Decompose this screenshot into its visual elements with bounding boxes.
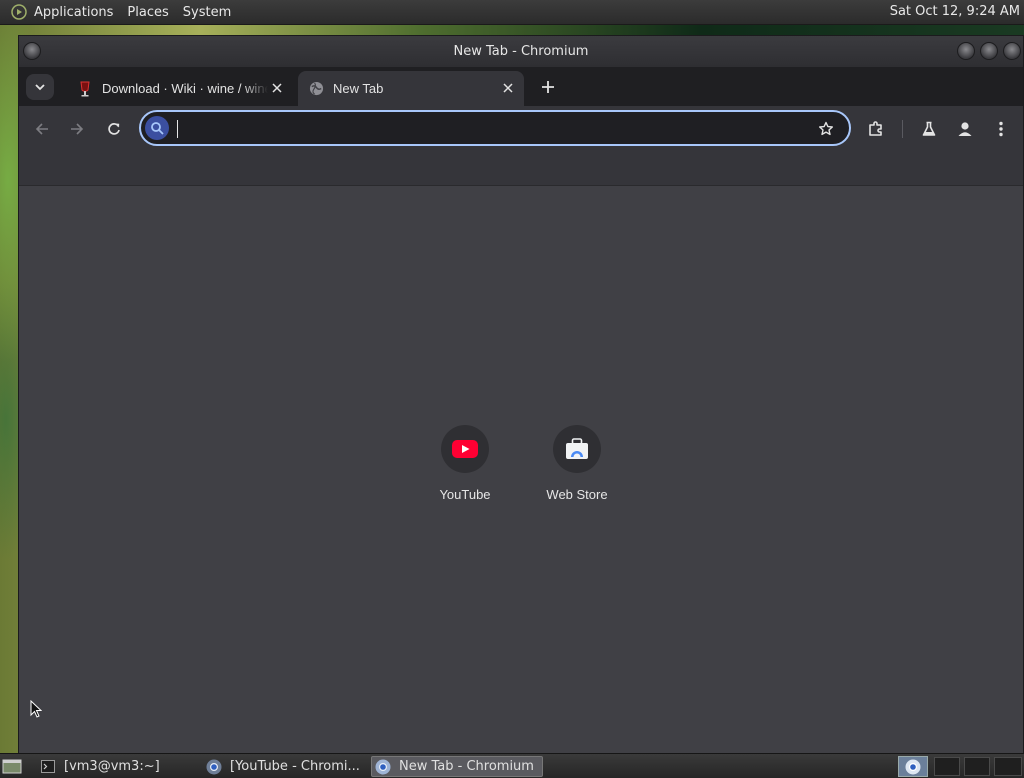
tray-chromium-icon[interactable] [898, 756, 928, 777]
close-icon[interactable] [269, 80, 285, 96]
new-tab-page: YouTube Web Store [19, 187, 1023, 753]
taskbar-item-label: [YouTube - Chromi... [230, 759, 360, 774]
chromium-icon [206, 759, 222, 775]
top-panel: Applications Places System Sat Oct 12, 9… [0, 0, 1024, 25]
gnome-foot-icon[interactable] [10, 3, 28, 21]
arrow-left-icon [35, 123, 48, 135]
bottom-taskbar: [vm3@vm3:~] [YouTube - Chromi... New Tab… [0, 753, 1024, 778]
wine-icon [77, 81, 93, 97]
address-input[interactable] [175, 117, 805, 139]
menu-system[interactable]: System [183, 5, 231, 20]
taskbar-item-terminal[interactable]: [vm3@vm3:~] [40, 756, 160, 777]
flask-icon [922, 121, 936, 136]
text-caret [177, 120, 178, 138]
shortcut-web-store[interactable]: Web Store [532, 425, 622, 502]
extensions-button[interactable] [865, 118, 887, 140]
labs-button[interactable] [918, 118, 940, 140]
shortcut-tile[interactable] [553, 425, 601, 473]
browser-toolbar [19, 106, 1023, 152]
search-icon [145, 116, 169, 140]
tab-strip: Download · Wiki · wine / wine New Tab [19, 67, 1023, 106]
taskbar-item-label: [vm3@vm3:~] [64, 759, 160, 774]
toolbar-divider [902, 120, 903, 138]
terminal-icon [40, 759, 56, 775]
tab-wine-wiki[interactable]: Download · Wiki · wine / wine [67, 71, 293, 106]
shortcut-youtube[interactable]: YouTube [420, 425, 510, 502]
bookmarks-bar [19, 152, 1023, 186]
browser-window: New Tab - Chromium Download · Wiki · win… [18, 35, 1024, 753]
new-tab-button[interactable] [538, 77, 558, 97]
menu-button[interactable] [990, 118, 1012, 140]
chromium-icon [375, 759, 391, 775]
tab-search-button[interactable] [26, 74, 54, 100]
globe-icon [308, 81, 324, 97]
arrow-right-icon [71, 123, 84, 135]
forward-button[interactable] [66, 118, 88, 140]
shortcut-label: YouTube [439, 487, 491, 502]
kebab-menu-icon [999, 121, 1003, 137]
back-button[interactable] [31, 118, 53, 140]
account-icon [958, 122, 972, 136]
web-store-icon [566, 438, 588, 459]
menu-applications[interactable]: Applications [34, 5, 113, 20]
plus-icon [542, 81, 554, 93]
tab-title: Download · Wiki · wine / wine [102, 81, 268, 96]
profile-button[interactable] [954, 118, 976, 140]
address-bar[interactable] [139, 110, 851, 146]
taskbar-item-youtube-chromium[interactable]: [YouTube - Chromi... [206, 756, 360, 777]
minimize-button[interactable] [957, 42, 975, 60]
close-icon[interactable] [500, 80, 516, 96]
taskbar-item-label: New Tab - Chromium [399, 759, 534, 774]
shortcut-tile[interactable] [441, 425, 489, 473]
menu-places[interactable]: Places [127, 5, 168, 20]
close-window-button[interactable] [1003, 42, 1021, 60]
maximize-button[interactable] [980, 42, 998, 60]
taskbar-item-new-tab-chromium[interactable]: New Tab - Chromium [371, 756, 543, 777]
panel-clock[interactable]: Sat Oct 12, 9:24 AM [890, 4, 1020, 19]
tab-title: New Tab [333, 81, 384, 96]
window-title: New Tab - Chromium [453, 44, 589, 59]
show-desktop-icon[interactable] [2, 757, 22, 775]
mouse-cursor-icon [30, 700, 42, 718]
chevron-down-icon [35, 84, 45, 91]
workspace-2[interactable] [964, 757, 990, 776]
workspace-3[interactable] [994, 757, 1022, 776]
reload-button[interactable] [103, 118, 125, 140]
workspace-1[interactable] [934, 757, 960, 776]
shortcut-label: Web Store [546, 487, 608, 502]
window-menu-button[interactable] [23, 42, 41, 60]
tab-new-tab[interactable]: New Tab [298, 71, 524, 106]
youtube-icon [452, 440, 478, 458]
window-titlebar[interactable]: New Tab - Chromium [19, 36, 1023, 67]
reload-icon [108, 123, 120, 135]
puzzle-icon [869, 121, 882, 136]
bookmark-star-icon[interactable] [817, 120, 835, 138]
